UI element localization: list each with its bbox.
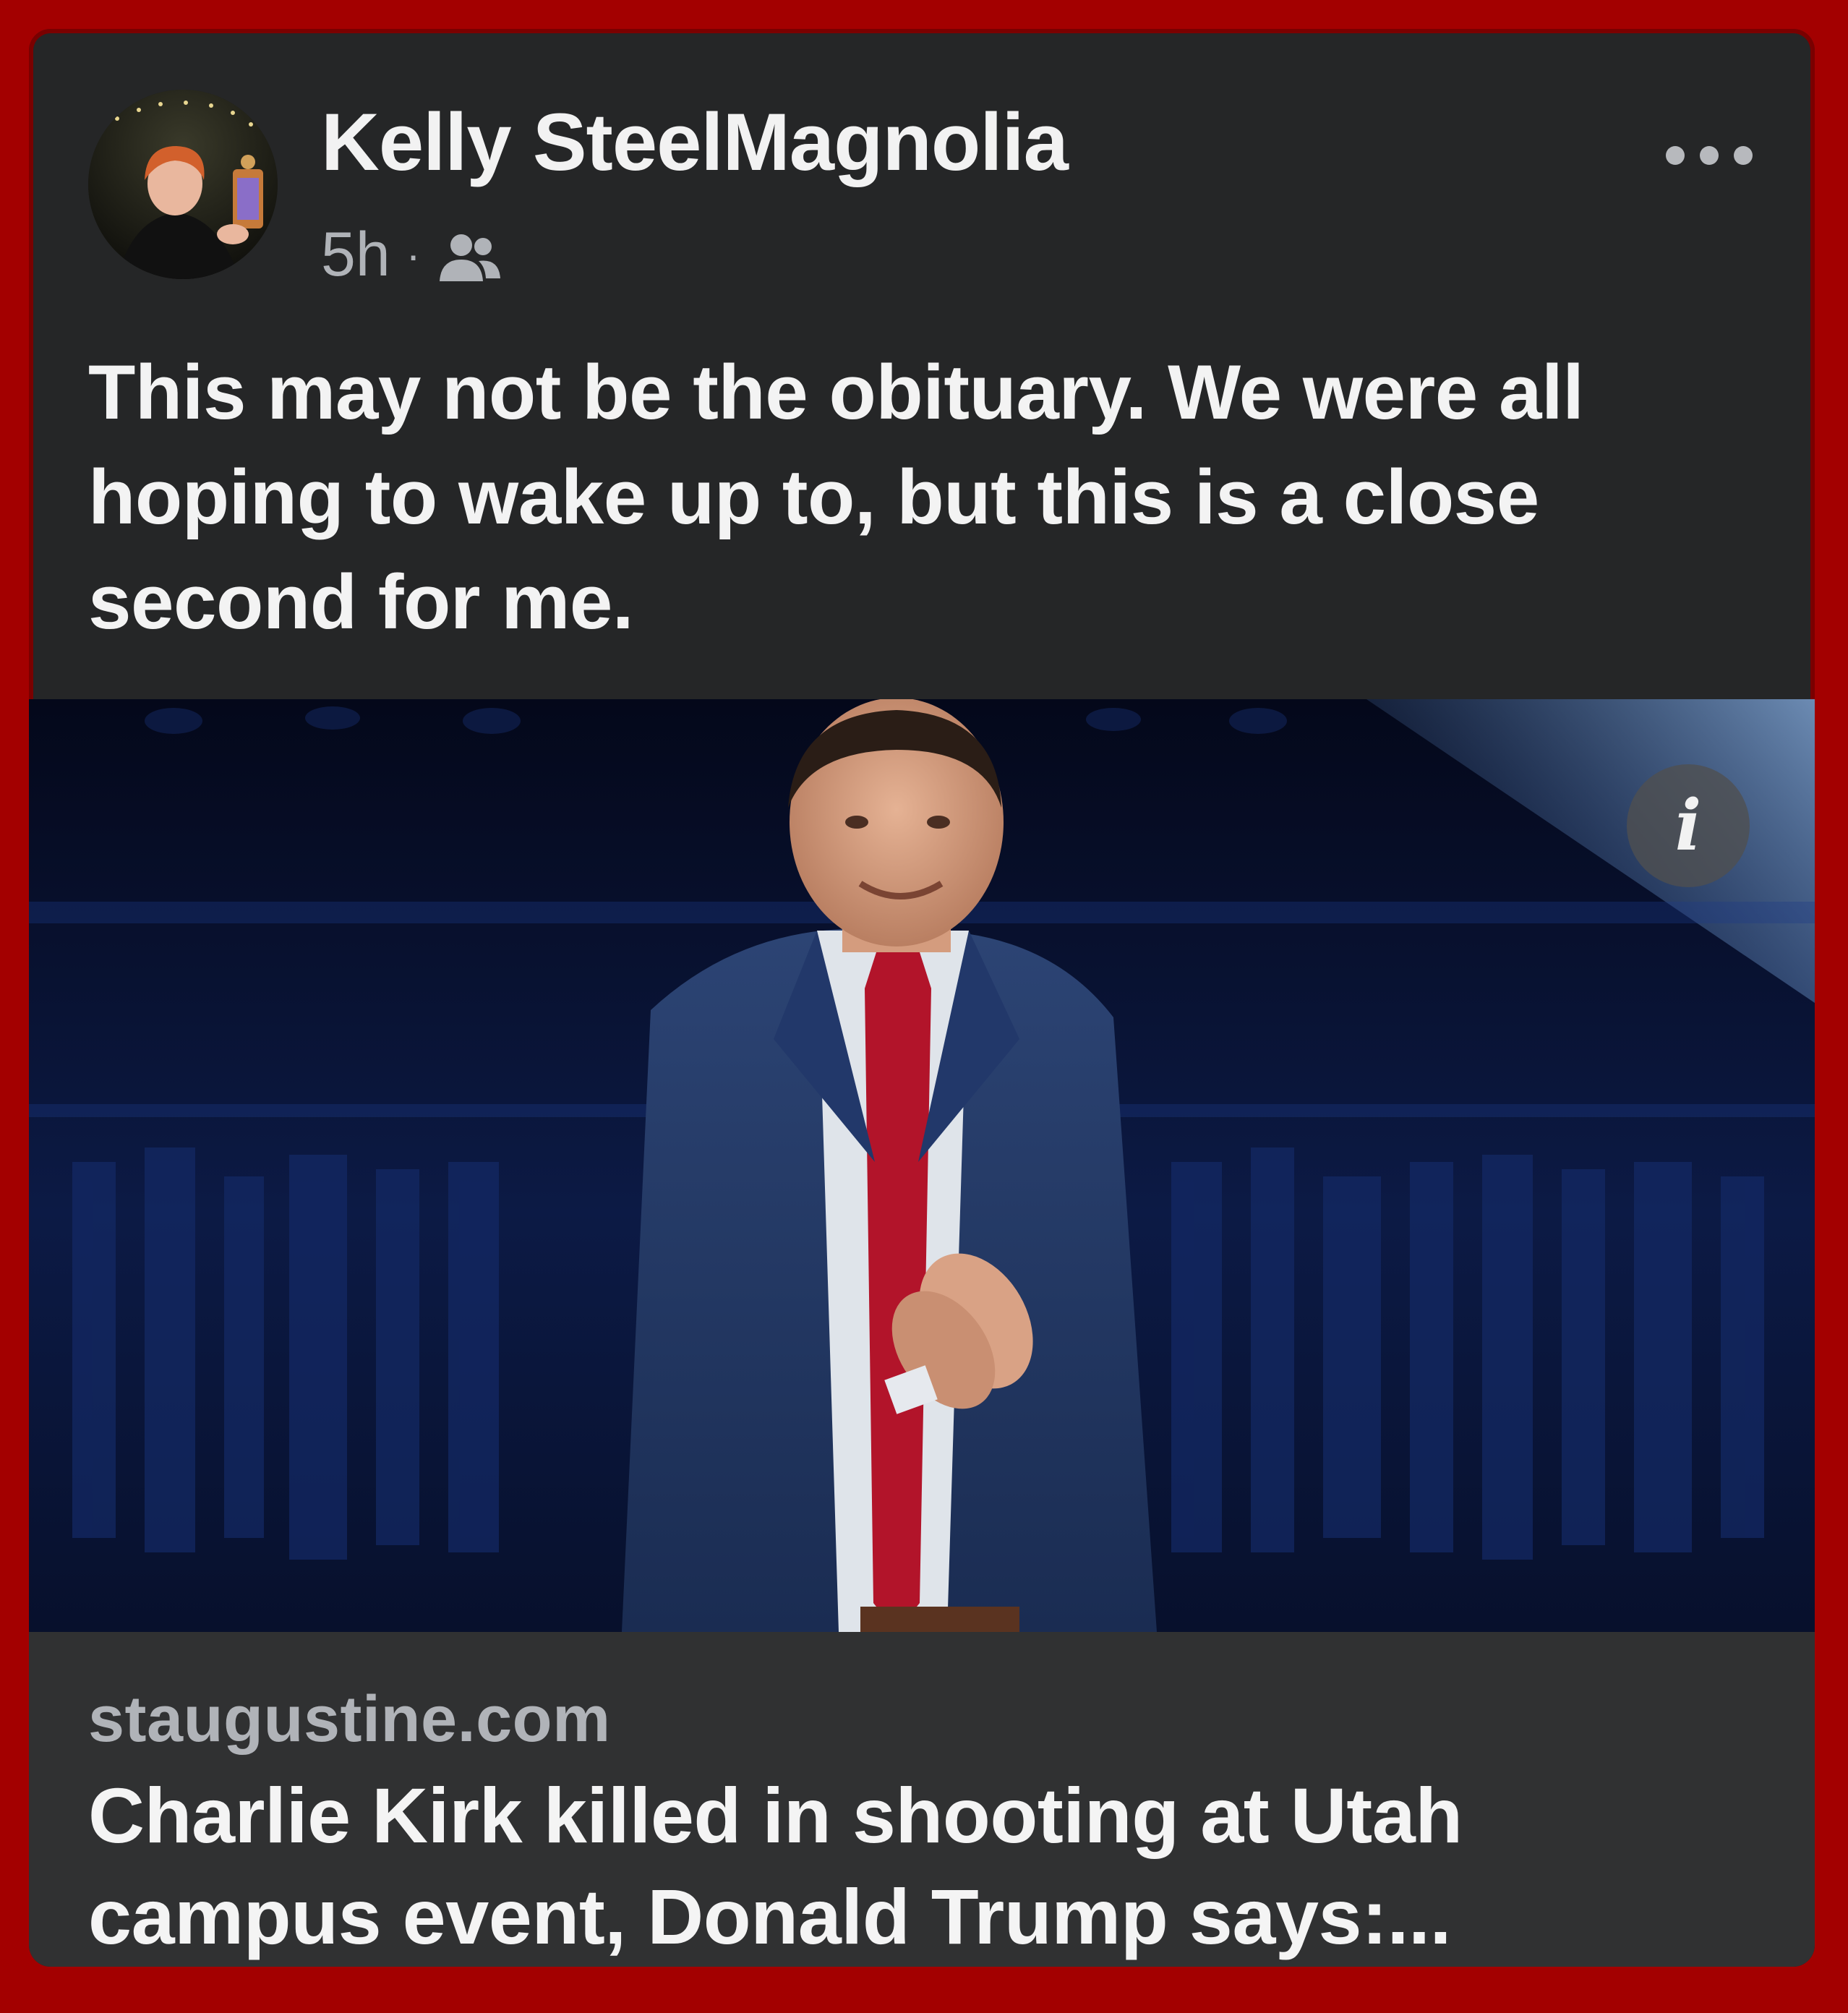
link-preview-image[interactable]: i bbox=[29, 699, 1815, 1632]
info-icon[interactable]: i bbox=[1627, 764, 1750, 887]
more-dot bbox=[1734, 146, 1753, 165]
link-title[interactable]: Charlie Kirk killed in shooting at Utah … bbox=[88, 1765, 1766, 1967]
more-dot bbox=[1700, 146, 1719, 165]
meta-separator: · bbox=[406, 230, 421, 279]
link-preview-footer[interactable]: staugustine.com Charlie Kirk killed in s… bbox=[29, 1632, 1815, 1967]
author-avatar[interactable] bbox=[88, 90, 278, 279]
article-photo bbox=[29, 699, 1815, 1632]
more-options-icon[interactable] bbox=[1666, 137, 1753, 174]
author-name[interactable]: Kelly SteelMagnolia bbox=[321, 98, 1069, 187]
post-text: This may not be the obituary. We were al… bbox=[88, 349, 1584, 645]
link-domain: staugustine.com bbox=[88, 1683, 611, 1756]
post-meta: 5h · bbox=[321, 218, 503, 291]
friends-icon[interactable] bbox=[437, 228, 503, 281]
post-card: Kelly SteelMagnolia 5h · This may not be… bbox=[29, 29, 1815, 1967]
post-timestamp[interactable]: 5h bbox=[321, 219, 390, 291]
screenshot-frame: Kelly SteelMagnolia 5h · This may not be… bbox=[0, 0, 1848, 2013]
avatar-image bbox=[88, 90, 278, 279]
more-dot bbox=[1666, 146, 1685, 165]
